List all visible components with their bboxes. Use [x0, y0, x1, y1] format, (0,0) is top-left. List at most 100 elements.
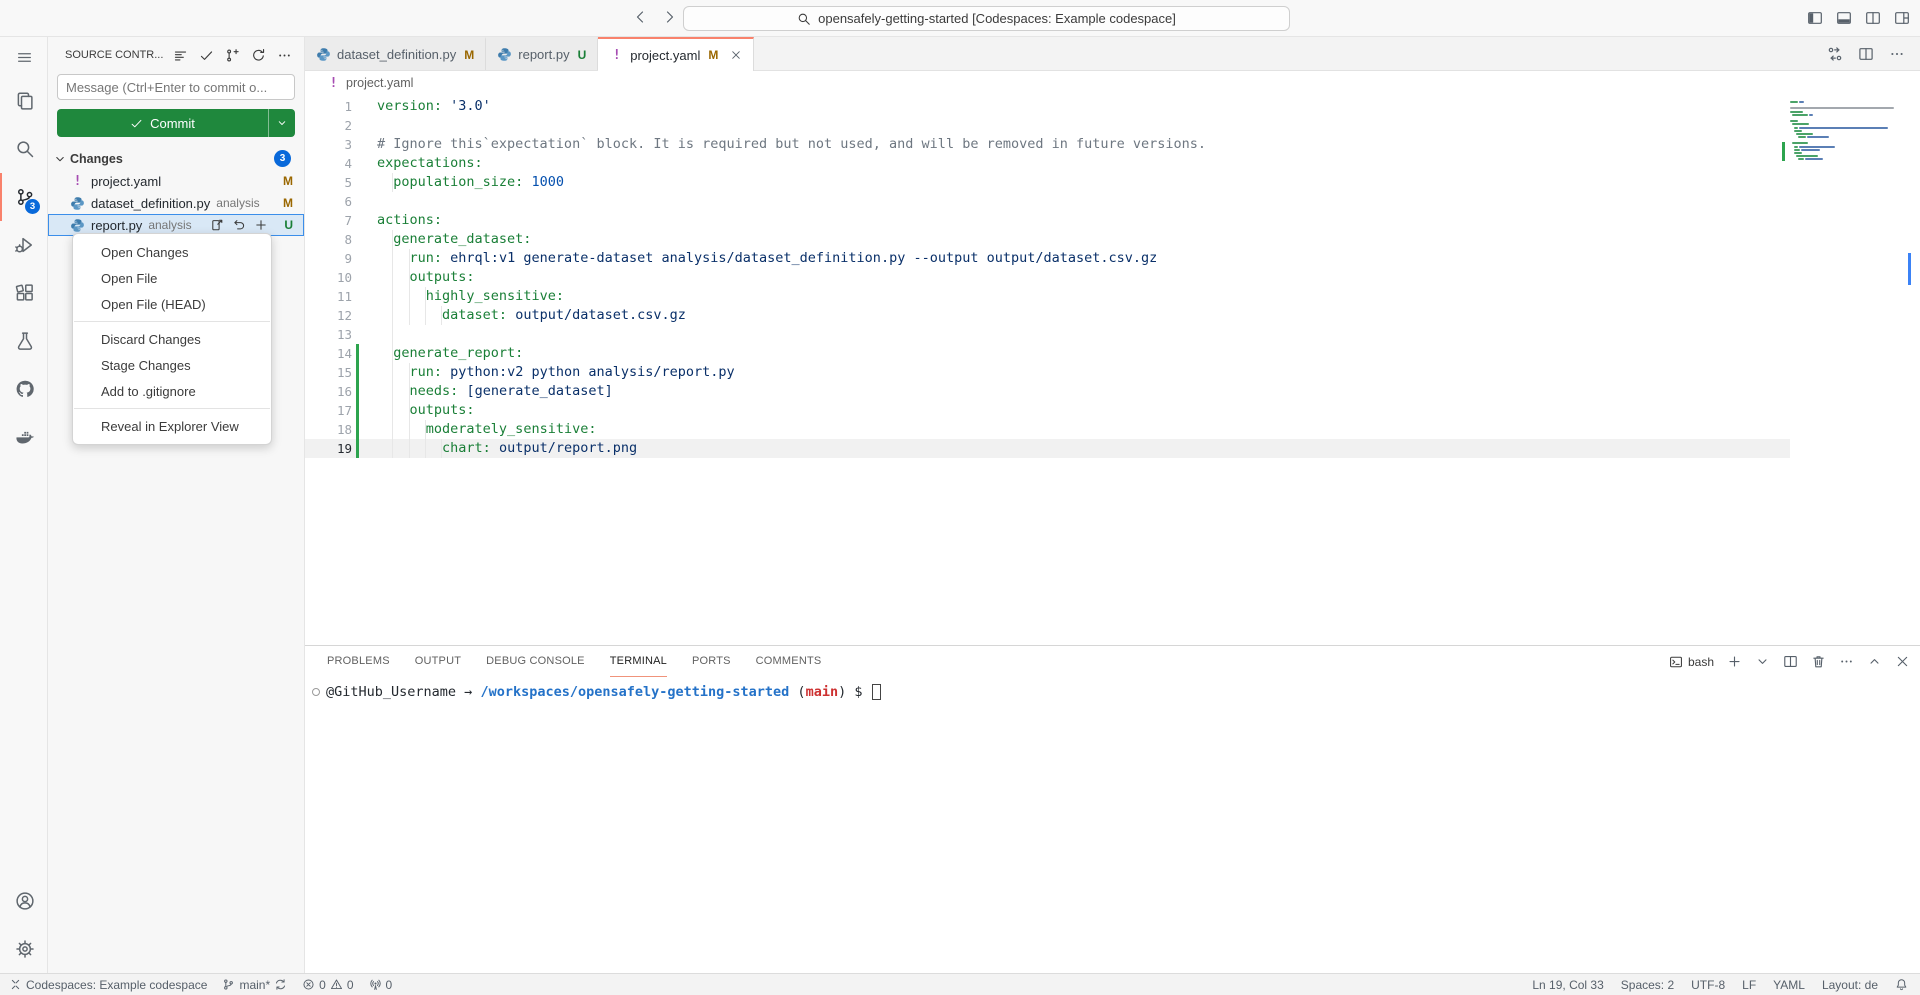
- kill-terminal-icon[interactable]: [1811, 654, 1826, 669]
- status-branch-status[interactable]: main*: [222, 978, 287, 992]
- status-indentation[interactable]: Spaces: 2: [1621, 978, 1674, 992]
- view-and-sort-icon[interactable]: [173, 48, 188, 63]
- split-editor-icon[interactable]: [1858, 46, 1874, 62]
- menu-item-open-file[interactable]: Open File: [73, 265, 271, 291]
- status-notifications[interactable]: [1895, 978, 1908, 991]
- toggle-panel-icon[interactable]: [1836, 10, 1852, 26]
- more-actions-icon[interactable]: [277, 48, 292, 63]
- tab-report.py[interactable]: report.pyU: [486, 37, 598, 70]
- minimap-segment: [1792, 114, 1808, 116]
- menu-separator: [74, 408, 270, 409]
- activity-item-menu[interactable]: [0, 37, 47, 77]
- activity-item-github[interactable]: [0, 365, 47, 413]
- activity-bar: 3: [0, 37, 48, 973]
- commit-message-input[interactable]: Message (Ctrl+Enter to commit o...: [57, 74, 295, 100]
- split-terminal-icon[interactable]: [1783, 654, 1798, 669]
- file-row-dataset_definition.py[interactable]: dataset_definition.pyanalysisM: [48, 192, 304, 214]
- activity-item-docker[interactable]: [0, 413, 47, 461]
- breadcrumb[interactable]: ! project.yaml: [305, 71, 1920, 95]
- status-ports-status[interactable]: 0: [369, 978, 393, 992]
- status-eol[interactable]: LF: [1742, 978, 1756, 992]
- panel-tab-output[interactable]: OUTPUT: [415, 646, 461, 677]
- activity-item-source-control[interactable]: 3: [0, 173, 47, 221]
- status-language-mode[interactable]: YAML: [1773, 978, 1805, 992]
- code-editor[interactable]: 1version: '3.0'23# Ignore this`expectati…: [305, 95, 1920, 645]
- commit-dropdown-button[interactable]: [268, 109, 295, 137]
- status-remote-indicator[interactable]: Codespaces: Example codespace: [9, 978, 207, 992]
- chevron-down-icon: [276, 117, 288, 129]
- status-cursor-position[interactable]: Ln 19, Col 33: [1532, 978, 1603, 992]
- line-number: 14: [305, 344, 352, 363]
- panel-tab-terminal[interactable]: TERMINAL: [610, 646, 667, 677]
- menu-item-open-file-head-[interactable]: Open File (HEAD): [73, 291, 271, 317]
- panel-tab-comments[interactable]: COMMENTS: [756, 646, 822, 677]
- indent-guide: [392, 401, 393, 420]
- open-changes-icon[interactable]: [1827, 46, 1843, 62]
- status-problems-status[interactable]: 00: [302, 978, 353, 992]
- line-number: 17: [305, 401, 352, 420]
- indent-guide: [392, 287, 393, 306]
- launch-profile-icon[interactable]: [1755, 654, 1770, 669]
- tab-project.yaml[interactable]: !project.yamlM: [598, 37, 754, 71]
- radio-icon: [369, 978, 382, 991]
- toggle-secondary-sidebar-icon[interactable]: [1865, 10, 1881, 26]
- commit-button[interactable]: Commit: [57, 109, 295, 137]
- close-panel-icon[interactable]: [1895, 654, 1910, 669]
- workbench: 3 SOURCE CONTR... Message (Ctrl+Enter to…: [0, 37, 1920, 973]
- activity-item-search[interactable]: [0, 125, 47, 173]
- commit-button-main[interactable]: Commit: [57, 109, 268, 137]
- panel-tab-problems[interactable]: PROBLEMS: [327, 646, 390, 677]
- account-icon: [15, 891, 35, 911]
- menu-item-open-changes[interactable]: Open Changes: [73, 239, 271, 265]
- editor-tabs: dataset_definition.pyMreport.pyU!project…: [305, 37, 754, 70]
- activity-item-extensions[interactable]: [0, 269, 47, 317]
- changes-section-header[interactable]: Changes 3: [48, 147, 304, 170]
- activity-item-explorer[interactable]: [0, 77, 47, 125]
- menu-item-discard-changes[interactable]: Discard Changes: [73, 326, 271, 352]
- toggle-primary-sidebar-icon[interactable]: [1807, 10, 1823, 26]
- create-branch-icon[interactable]: [225, 48, 240, 63]
- close-icon[interactable]: [730, 49, 742, 61]
- token: run:: [410, 250, 443, 266]
- customize-layout-icon[interactable]: [1894, 10, 1910, 26]
- bell-icon: [1895, 978, 1908, 991]
- maximize-panel-icon[interactable]: [1867, 654, 1882, 669]
- indent-guide: [392, 230, 393, 249]
- minimap[interactable]: [1790, 101, 1894, 641]
- tab-dataset_definition.py[interactable]: dataset_definition.pyM: [305, 37, 486, 70]
- menu-item-add-to-gitignore[interactable]: Add to .gitignore: [73, 378, 271, 404]
- panel-tab-ports[interactable]: PORTS: [692, 646, 731, 677]
- file-row-project.yaml[interactable]: !project.yamlM: [48, 170, 304, 192]
- terminal-more-actions-icon[interactable]: [1839, 654, 1854, 669]
- command-center-search[interactable]: opensafely-getting-started [Codespaces: …: [683, 6, 1290, 31]
- back-icon[interactable]: [632, 9, 648, 25]
- terminal-instance-label[interactable]: bash: [1669, 655, 1714, 669]
- command-decoration-icon[interactable]: [312, 688, 320, 696]
- more-actions-icon[interactable]: [1889, 46, 1905, 62]
- minimap-segment: [1809, 114, 1813, 116]
- minimap-segment: [1807, 136, 1828, 138]
- token: [377, 345, 393, 361]
- activity-item-accounts[interactable]: [0, 877, 47, 925]
- menu-item-reveal-in-explorer-view[interactable]: Reveal in Explorer View: [73, 413, 271, 439]
- status-encoding[interactable]: UTF-8: [1691, 978, 1725, 992]
- panel-tab-debug-console[interactable]: DEBUG CONSOLE: [486, 646, 585, 677]
- forward-icon[interactable]: [662, 9, 678, 25]
- tab-label: report.py: [518, 47, 569, 62]
- gutter: [352, 211, 364, 230]
- code-line-2: 2: [305, 116, 1790, 135]
- discard-changes-icon[interactable]: [232, 218, 246, 232]
- status-bar-left: Codespaces: Example codespacemain*000: [9, 978, 407, 992]
- new-terminal-icon[interactable]: [1727, 654, 1742, 669]
- status-keyboard-layout[interactable]: Layout: de: [1822, 978, 1878, 992]
- commit-action-icon[interactable]: [199, 48, 214, 63]
- terminal-content[interactable]: @GitHub_Username → /workspaces/opensafel…: [305, 677, 1920, 973]
- refresh-icon[interactable]: [251, 48, 266, 63]
- open-file-icon[interactable]: [210, 218, 224, 232]
- token: needs:: [410, 383, 459, 399]
- activity-item-run-and-debug[interactable]: [0, 221, 47, 269]
- activity-item-manage[interactable]: [0, 925, 47, 973]
- stage-changes-icon[interactable]: [254, 218, 268, 232]
- menu-item-stage-changes[interactable]: Stage Changes: [73, 352, 271, 378]
- activity-item-testing[interactable]: [0, 317, 47, 365]
